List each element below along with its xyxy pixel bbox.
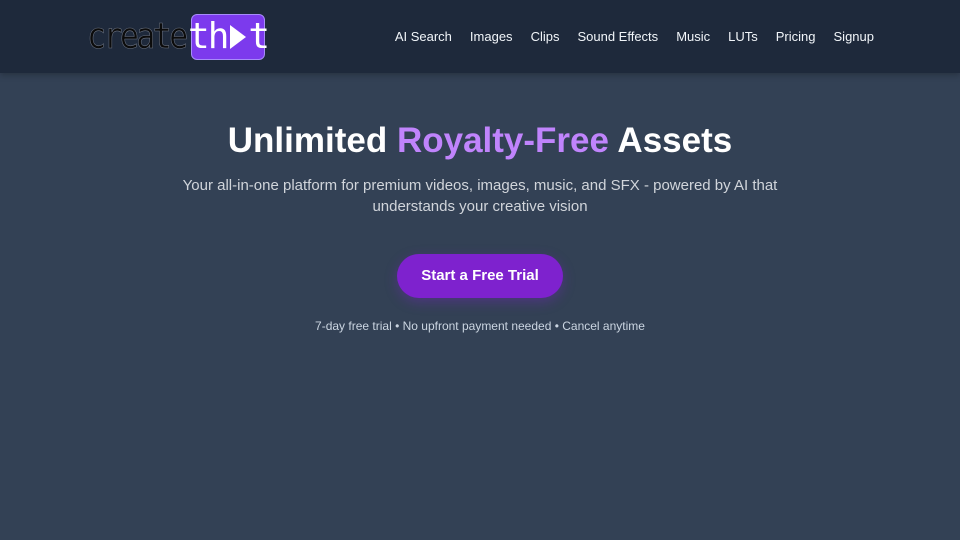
hero-subtitle: Your all-in-one platform for premium vid… — [182, 177, 778, 215]
logo-wordmark-create: create — [87, 16, 189, 58]
main-nav: AI Search Images Clips Sound Effects Mus… — [395, 0, 874, 73]
play-icon — [230, 25, 247, 49]
logo-wordmark-t: t — [248, 16, 270, 57]
logo-wordmark-th: th — [188, 16, 229, 57]
nav-sound-effects[interactable]: Sound Effects — [577, 29, 658, 44]
hero-title: Unlimited Royalty-Free Assets — [0, 119, 960, 163]
createthat-logo[interactable]: create th t — [87, 13, 270, 61]
nav-luts[interactable]: LUTs — [728, 29, 758, 44]
nav-music[interactable]: Music — [676, 29, 710, 44]
hero-title-accent: Royalty-Free — [396, 121, 609, 160]
top-navbar: create th t AI Search Images Clips Sound… — [0, 0, 960, 73]
nav-ai-search[interactable]: AI Search — [395, 29, 452, 44]
hero-section: Unlimited Royalty-Free Assets Your all-i… — [0, 73, 960, 333]
logo-badge: th t — [188, 14, 270, 60]
nav-signup[interactable]: Signup — [834, 29, 874, 44]
hero-title-suffix: Assets — [609, 121, 733, 160]
trial-fineprint: 7-day free trial • No upfront payment ne… — [315, 319, 645, 333]
nav-clips[interactable]: Clips — [531, 29, 560, 44]
hero-title-prefix: Unlimited — [227, 121, 397, 160]
nav-pricing[interactable]: Pricing — [776, 29, 816, 44]
start-free-trial-button[interactable]: Start a Free Trial — [397, 254, 563, 298]
nav-images[interactable]: Images — [470, 29, 513, 44]
